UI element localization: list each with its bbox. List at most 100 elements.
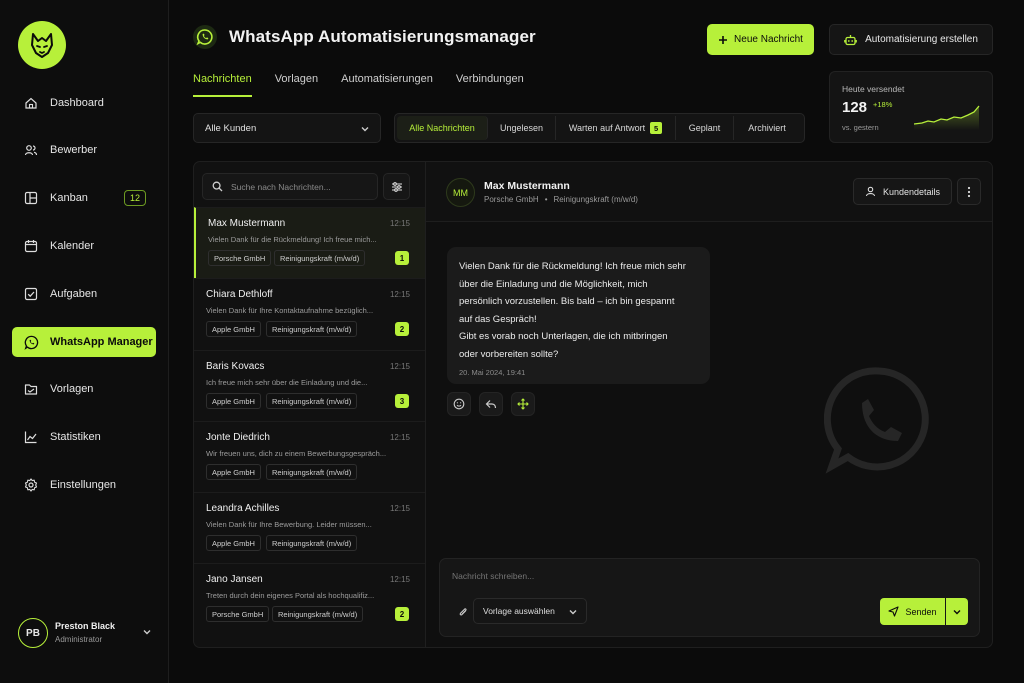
message-line: auf das Gespräch! (459, 313, 537, 325)
message-line: persönlich vorzustellen. Bis bald – ich … (459, 296, 675, 307)
message-time: 12:15 (389, 575, 410, 584)
stat-sub: vs. gestern (842, 123, 879, 132)
message-filter-tabs: Alle Nachrichten Ungelesen Warten auf An… (394, 113, 805, 143)
sidebar-item-aufgaben[interactable]: Aufgaben (12, 279, 156, 309)
more-options-button[interactable] (957, 178, 981, 205)
create-automation-button[interactable]: Automatisierung erstellen (829, 24, 993, 55)
list-item[interactable]: Jonte Diedrich 12:15 Wir freuen uns, dic… (194, 421, 425, 492)
sidebar-item-label: Bewerber (50, 144, 98, 156)
list-item[interactable]: Chiara Dethloff 12:15 Vielen Dank für Ih… (194, 278, 425, 349)
sliders-icon (391, 181, 402, 192)
sidebar-item-statistiken[interactable]: Statistiken (12, 422, 156, 452)
message-preview: Ich freue mich sehr über die Einladung u… (206, 378, 368, 387)
company-tag: Porsche GmbH (206, 606, 270, 622)
customer-filter-dropdown[interactable]: Alle Kunden (193, 113, 381, 143)
filter-settings-button[interactable] (383, 173, 410, 200)
user-name: Preston Black (55, 621, 116, 631)
contact-name: Leandra Achilles (206, 503, 280, 514)
role-tag: Reinigungskraft (m/w/d) (274, 250, 366, 266)
sidebar-item-label: Aufgaben (50, 288, 98, 300)
role-tag: Reinigungskraft (m/w/d) (266, 535, 358, 551)
chat-header: MM Max Mustermann Porsche GmbH • Reinigu… (426, 162, 992, 222)
wolf-icon (31, 33, 53, 58)
company-tag: Porsche GmbH (208, 250, 272, 266)
message-text: Vielen Dank für die Rückmeldung! Ich fre… (459, 258, 698, 363)
contact-name: Jano Jansen (206, 574, 263, 585)
sidebar-item-dashboard[interactable]: Dashboard (12, 88, 156, 118)
send-button[interactable]: Senden (880, 598, 945, 625)
kanban-count-badge: 12 (124, 190, 146, 206)
tab-automatisierungen[interactable]: Automatisierungen (341, 72, 433, 97)
list-item[interactable]: Leandra Achilles 12:15 Vielen Dank für I… (194, 492, 425, 563)
contact-name: Jonte Diedrich (206, 432, 270, 443)
filter-archiviert[interactable]: Archiviert (734, 116, 800, 140)
company-tag: Apple GmbH (206, 321, 261, 337)
customer-details-button[interactable]: Kundendetails (853, 178, 952, 205)
message-timestamp: 20. Mai 2024, 19:41 (459, 368, 526, 377)
new-message-button[interactable]: Neue Nachricht (707, 24, 814, 55)
filter-ungelesen[interactable]: Ungelesen (488, 116, 556, 140)
message-line: oder vorbereiten sollte? (459, 348, 559, 360)
message-time: 12:15 (389, 433, 410, 442)
message-time: 12:15 (389, 219, 410, 228)
more-vertical-icon (967, 186, 971, 197)
chat-role: Reinigungskraft (m/w/d) (553, 195, 638, 204)
stat-label: Heute versendet (842, 84, 905, 94)
message-time: 12:15 (389, 504, 410, 513)
checkbox-icon (23, 286, 39, 302)
send-options-button[interactable] (946, 598, 968, 625)
message-preview: Treten durch dein eigenes Portal als hoc… (206, 591, 375, 600)
message-preview: Vielen Dank für Ihre Bewerbung. Leider m… (206, 520, 372, 529)
filter-geplant[interactable]: Geplant (676, 116, 734, 140)
sidebar-item-einstellungen[interactable]: Einstellungen (12, 470, 156, 500)
sidebar-item-label: Einstellungen (50, 479, 117, 491)
message-bubble: Vielen Dank für die Rückmeldung! Ich fre… (447, 247, 710, 384)
sidebar-item-kalender[interactable]: Kalender (12, 231, 156, 261)
chevron-down-icon[interactable] (142, 627, 152, 637)
search-icon (212, 181, 223, 192)
waiting-count-badge: 5 (650, 122, 663, 134)
emoji-reaction-button[interactable] (447, 392, 471, 416)
unread-badge: 2 (395, 607, 409, 621)
list-item[interactable]: Jano Jansen 12:15 Treten durch dein eige… (194, 563, 425, 634)
chat-company: Porsche GmbH (484, 195, 539, 204)
tab-nachrichten[interactable]: Nachrichten (193, 72, 252, 97)
sidebar-item-label: Statistiken (50, 431, 101, 443)
sidebar-item-bewerber[interactable]: Bewerber (12, 135, 156, 165)
sidebar-item-vorlagen[interactable]: Vorlagen (12, 374, 156, 404)
filter-warten-label: Warten auf Antwort (568, 123, 646, 133)
role-tag: Reinigungskraft (m/w/d) (266, 393, 358, 409)
tab-verbindungen[interactable]: Verbindungen (456, 72, 524, 97)
sidebar-item-kanban[interactable]: Kanban 12 (12, 183, 156, 213)
stat-change: +18% (873, 100, 893, 109)
sidebar-item-whatsapp-manager[interactable]: WhatsApp Manager (12, 327, 156, 357)
page-title: WhatsApp Automatisierungsmanager (229, 27, 536, 46)
list-item[interactable]: Max Mustermann 12:15 Vielen Dank für die… (194, 207, 425, 278)
chevron-down-icon (568, 607, 578, 617)
conversation-list: Suche nach Nachrichten... Max Mustermann… (193, 161, 426, 648)
stat-value: 128 (842, 99, 868, 116)
search-input[interactable]: Suche nach Nachrichten... (202, 173, 378, 200)
user-profile[interactable]: PB Preston Black Administrator (18, 617, 158, 649)
message-preview: Vielen Dank für die Rückmeldung! Ich fre… (208, 235, 377, 244)
list-item[interactable]: Baris Kovacs 12:15 Ich freue mich sehr ü… (194, 350, 425, 421)
sidebar: Dashboard Bewerber Kanban 12 Kalender Au… (0, 0, 169, 683)
template-select[interactable]: Vorlage auswählen (473, 598, 587, 624)
tab-vorlagen[interactable]: Vorlagen (275, 72, 318, 97)
robot-icon (844, 34, 857, 45)
filter-warten-auf-antwort[interactable]: Warten auf Antwort 5 (556, 116, 676, 140)
user-icon (865, 186, 876, 197)
company-tag: Apple GmbH (206, 464, 261, 480)
reply-button[interactable] (479, 392, 503, 416)
wolf-logo[interactable] (18, 21, 66, 69)
message-input[interactable] (452, 571, 852, 581)
search-placeholder: Suche nach Nachrichten... (231, 181, 331, 192)
message-time: 12:15 (389, 362, 410, 371)
role-tag: Reinigungskraft (m/w/d) (266, 464, 358, 480)
customer-filter-value: Alle Kunden (205, 122, 257, 134)
contact-name: Baris Kovacs (206, 361, 265, 372)
move-button[interactable] (511, 392, 535, 416)
filter-alle-nachrichten[interactable]: Alle Nachrichten (397, 116, 488, 140)
paperclip-icon[interactable] (458, 606, 468, 618)
avatar: PB (18, 618, 48, 648)
